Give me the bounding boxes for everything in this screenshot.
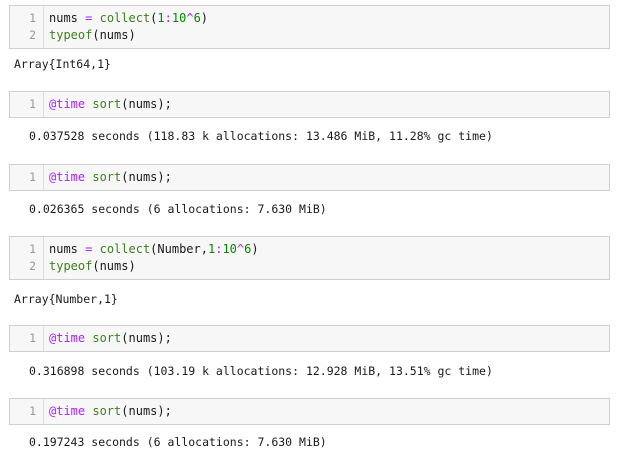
cell-output: 0.197243 seconds (6 allocations: 7.630 M… [29, 435, 327, 449]
code-token: @time [49, 97, 86, 111]
line-number: 2 [29, 259, 36, 273]
line-number: 1 [29, 11, 36, 25]
cell-output: Array{Number,1} [14, 292, 118, 306]
code-token: 1 [157, 11, 165, 25]
line-number: 1 [29, 404, 36, 418]
code-line: 1 @time sort(nums); [10, 169, 610, 186]
code-token: @time [49, 331, 86, 345]
line-number: 1 [29, 242, 36, 256]
code-token: sort [92, 331, 122, 345]
code-line: 1 nums = collect(Number,1:10^6) [10, 241, 610, 258]
line-number: 2 [29, 28, 36, 42]
code-token: nums [49, 242, 86, 256]
line-number: 1 [29, 331, 36, 345]
code-token: ) [200, 11, 209, 25]
code-token: nums [49, 11, 86, 25]
code-token: 10 [171, 11, 187, 25]
code-token: ^ [186, 11, 194, 25]
code-text: typeof(nums) [49, 27, 136, 44]
code-line: 2 typeof(nums) [10, 258, 610, 275]
code-text: @time sort(nums); [49, 330, 172, 347]
code-token: (nums) [92, 259, 136, 273]
code-cell-input[interactable]: 1 @time sort(nums); [9, 325, 610, 352]
code-text: @time sort(nums); [49, 403, 172, 420]
code-cell-input[interactable]: 1 @time sort(nums); [9, 164, 610, 191]
code-token: (nums); [121, 404, 172, 418]
code-line: 2 typeof(nums) [10, 27, 610, 44]
code-line: 1 @time sort(nums); [10, 96, 610, 113]
code-token: (nums) [92, 28, 136, 42]
code-token: (nums); [121, 331, 172, 345]
code-cell-input[interactable]: 1 nums = collect(Number,1:10^6) 2 typeof(nu… [9, 236, 610, 280]
code-token: @time [49, 170, 86, 184]
cell-output: 0.026365 seconds (6 allocations: 7.630 M… [29, 202, 327, 216]
code-token: @time [49, 404, 86, 418]
code-token: sort [92, 170, 122, 184]
code-text: typeof(nums) [49, 258, 136, 275]
code-token: 6 [193, 11, 201, 25]
code-token: typeof [49, 28, 93, 42]
code-token: collect [99, 242, 151, 256]
code-line: 1 @time sort(nums); [10, 330, 610, 347]
code-text: @time sort(nums); [49, 96, 172, 113]
code-token: (Number, [150, 242, 208, 256]
code-line: 1 nums = collect(1:10^6) [10, 10, 610, 27]
code-token: sort [92, 97, 122, 111]
cell-output: 0.316898 seconds (103.19 k allocations: … [29, 364, 493, 378]
code-token: : [164, 11, 172, 25]
code-token: collect [99, 11, 151, 25]
code-cell-input[interactable]: 1 @time sort(nums); [9, 398, 610, 425]
cell-output: Array{Int64,1} [14, 57, 111, 71]
code-token: 10 [222, 242, 237, 256]
code-text: @time sort(nums); [49, 169, 172, 186]
line-number: 1 [29, 170, 36, 184]
code-token: ) [251, 242, 259, 256]
code-text: nums = collect(1:10^6) [49, 10, 208, 27]
line-number: 1 [29, 97, 36, 111]
code-cell-input[interactable]: 1 nums = collect(1:10^6) 2 typeof(nums) [9, 5, 610, 49]
code-token: typeof [49, 259, 93, 273]
code-token: (nums); [121, 97, 172, 111]
cell-output: 0.037528 seconds (118.83 k allocations: … [29, 129, 493, 143]
code-text: nums = collect(Number,1:10^6) [49, 241, 259, 258]
code-token: (nums); [121, 170, 172, 184]
code-token: sort [92, 404, 122, 418]
code-cell-input[interactable]: 1 @time sort(nums); [9, 91, 610, 118]
code-line: 1 @time sort(nums); [10, 403, 610, 420]
